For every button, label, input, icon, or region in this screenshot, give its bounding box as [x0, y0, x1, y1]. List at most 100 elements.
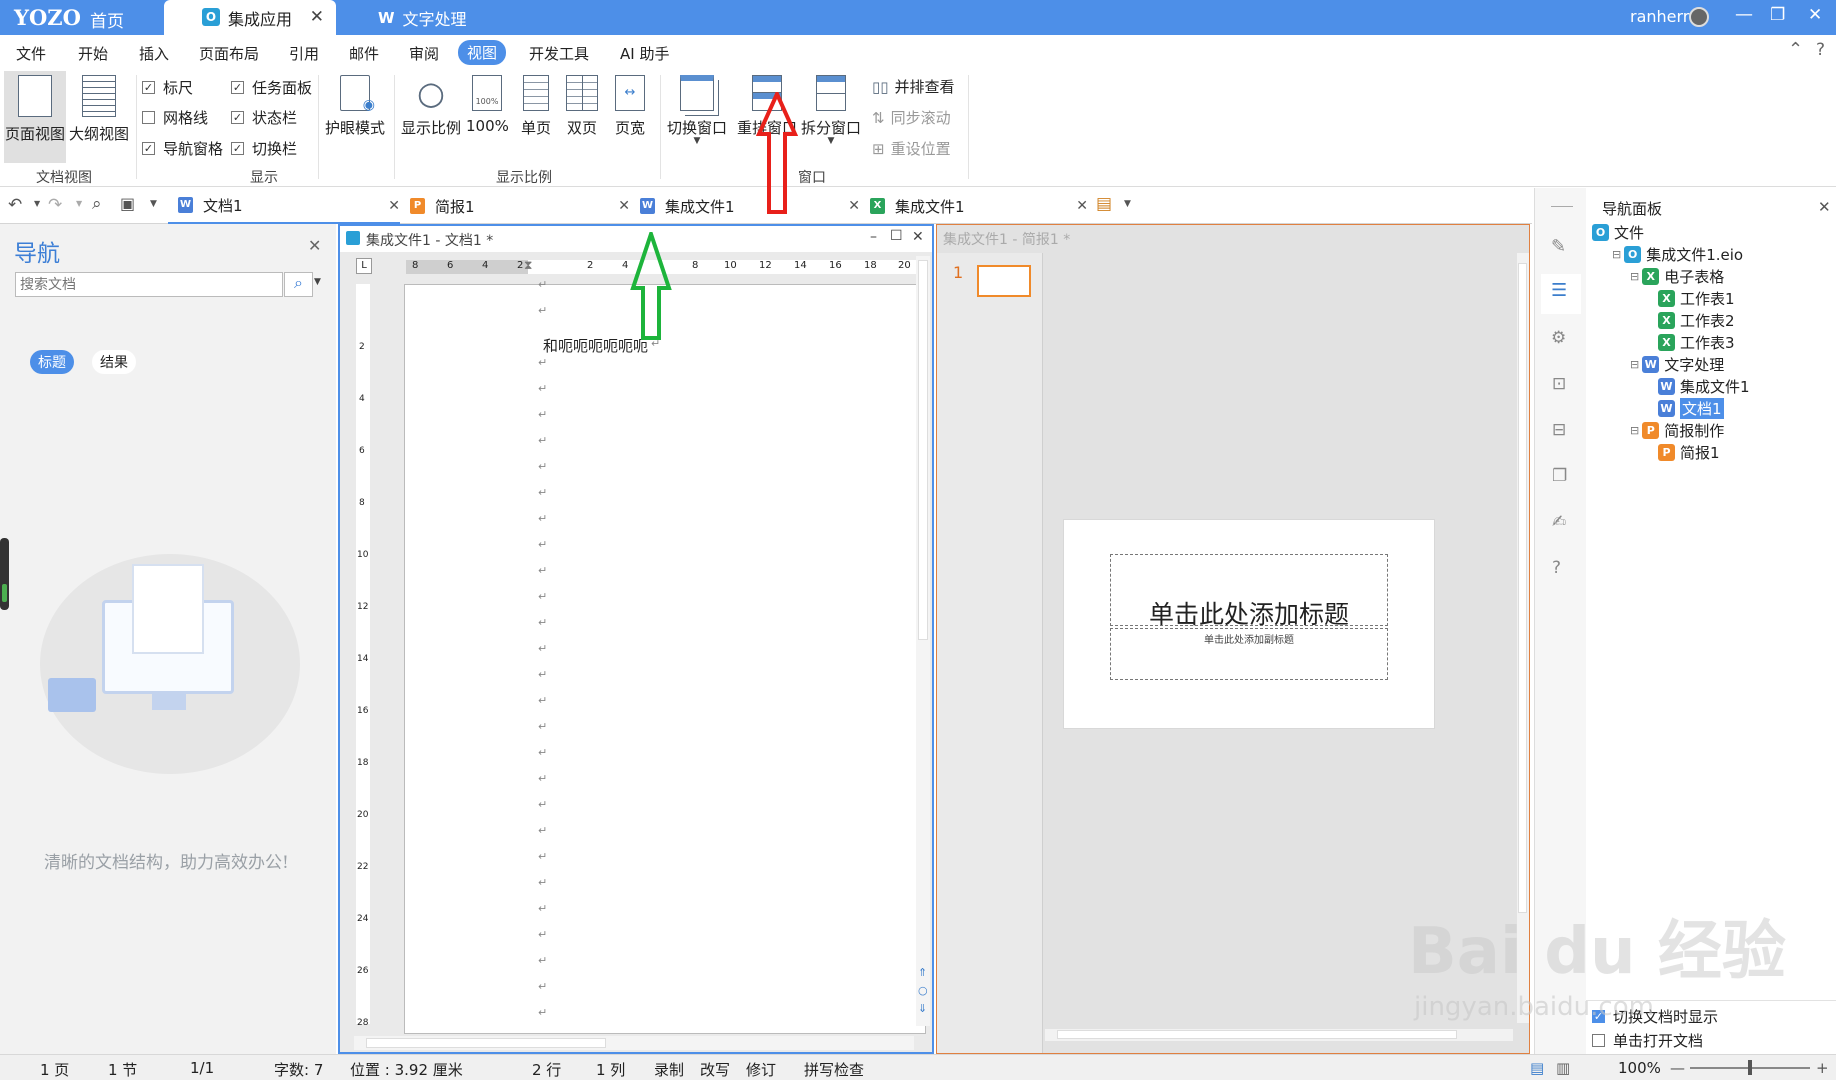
slide-thumbnail[interactable] [977, 265, 1031, 297]
edit-icon[interactable]: ✍ [1552, 512, 1566, 532]
lock-icon[interactable]: ⊡ [1552, 374, 1566, 394]
zoom-slider-thumb[interactable] [1748, 1060, 1752, 1075]
doc-tab-brief1[interactable]: P 简报1 ✕ [404, 188, 630, 224]
minimize-icon[interactable]: – [870, 229, 877, 245]
zoom-in-icon[interactable]: + [1816, 1059, 1829, 1077]
tree-item[interactable]: W 文档1 [1658, 398, 1724, 419]
menu-developer[interactable]: 开发工具 [529, 43, 589, 64]
switch-bar-checkbox[interactable]: ✓ 切换栏 [231, 138, 297, 159]
home-tab[interactable]: 首页 [90, 7, 124, 32]
double-page-button[interactable]: 双页 [562, 75, 602, 138]
menu-review[interactable]: 审阅 [409, 43, 439, 64]
scrollbar-thumb[interactable] [1518, 263, 1527, 913]
scrollbar-thumb[interactable] [366, 1038, 606, 1048]
close-icon[interactable]: ✕ [912, 229, 924, 245]
menu-home[interactable]: 开始 [78, 43, 108, 64]
status-position[interactable]: 位置 : 3.92 厘米 [350, 1059, 463, 1080]
vertical-ruler[interactable]: 2 4 6 8 10 12 14 16 18 20 22 24 26 28 [356, 284, 370, 1028]
restore-icon[interactable]: ❐ [1770, 5, 1785, 25]
split-window-button[interactable]: 拆分窗口 ▼ [800, 75, 862, 146]
tree-item[interactable]: X 工作表2 [1658, 310, 1735, 331]
scrollbar-thumb[interactable] [1057, 1030, 1457, 1039]
minimize-icon[interactable]: — [1735, 4, 1753, 25]
vertical-scrollbar[interactable]: ⇑ ○ ⇓ [916, 256, 930, 1026]
slide-canvas[interactable]: 单击此处添加标题 单击此处添加副标题 [1063, 519, 1435, 729]
redo-icon[interactable]: ↷ [48, 195, 62, 215]
menu-page-layout[interactable]: 页面布局 [199, 43, 259, 64]
new-document-icon[interactable]: ▤ [1096, 194, 1112, 214]
single-click-open-checkbox[interactable]: 单击打开文档 [1592, 1030, 1703, 1051]
prev-page-icon[interactable]: ⇑ [918, 966, 927, 979]
status-record[interactable]: 录制 [654, 1059, 684, 1080]
collapse-toggle-icon[interactable]: ⊟ [1630, 424, 1639, 437]
tree-item[interactable]: ⊟ P 简报制作 [1630, 420, 1724, 441]
dropdown-arrow-icon[interactable]: ▼ [76, 199, 82, 208]
status-word-count[interactable]: 字数: 7 [274, 1059, 323, 1080]
tab-stop-selector[interactable]: L [356, 258, 372, 274]
close-icon[interactable]: ✕ [310, 7, 324, 27]
outline-tool[interactable]: ☰ [1541, 274, 1581, 314]
doc-tab-doc1[interactable]: W 文档1 ✕ [168, 188, 400, 224]
dropdown-arrow-icon[interactable]: ▼ [1124, 199, 1131, 209]
close-icon[interactable]: ✕ [1818, 198, 1831, 216]
avatar[interactable] [1689, 7, 1709, 27]
maximize-icon[interactable]: ☐ [890, 228, 903, 244]
status-col[interactable]: 1 列 [596, 1059, 625, 1080]
close-icon[interactable]: ✕ [308, 236, 321, 255]
indent-marker-icon[interactable]: ⧗ [524, 258, 532, 273]
menu-ai-assistant[interactable]: AI 助手 [620, 43, 669, 64]
gridlines-checkbox[interactable]: 网格线 [142, 107, 208, 128]
zoom-100-button[interactable]: 100% 100% [466, 75, 509, 135]
tree-item[interactable]: X 工作表1 [1658, 288, 1735, 309]
copy-icon[interactable]: ❐ [1552, 466, 1567, 486]
collapse-ribbon-icon[interactable]: ⌃ [1788, 39, 1803, 60]
page-width-button[interactable]: ↔ 页宽 [610, 75, 650, 138]
status-revise[interactable]: 修订 [746, 1059, 776, 1080]
search-icon[interactable]: ⌕ [284, 272, 313, 297]
scrollbar-thumb[interactable] [918, 260, 928, 640]
eye-mode-button[interactable]: ◉ 护眼模式 [322, 75, 388, 138]
doc-tab-integrated-1[interactable]: W 集成文件1 ✕ [636, 188, 860, 224]
next-page-icon[interactable]: ⇓ [918, 1002, 927, 1015]
horizontal-scrollbar[interactable] [1045, 1029, 1513, 1041]
single-page-button[interactable]: 单页 [516, 75, 556, 138]
pen-icon[interactable]: ✎ [1551, 236, 1566, 257]
bookmark-icon[interactable]: ⊟ [1552, 420, 1566, 440]
doc-tab-integrated-2[interactable]: X 集成文件1 ✕ [866, 188, 1088, 224]
menu-references[interactable]: 引用 [289, 43, 319, 64]
page-view-button[interactable]: 页面视图 [4, 71, 66, 163]
menu-mail[interactable]: 邮件 [349, 43, 379, 64]
menu-file[interactable]: 文件 [16, 43, 46, 64]
menu-view[interactable]: 视图 [458, 40, 507, 65]
outline-view-button[interactable]: 大纲视图 [68, 71, 130, 163]
user-name[interactable]: ranherr [1630, 7, 1689, 26]
switch-window-button[interactable]: 切换窗口 ▼ [664, 75, 730, 146]
page-layout-icon[interactable]: ▤ [1530, 1059, 1544, 1077]
status-pages[interactable]: 1/1 [190, 1059, 214, 1077]
zoom-out-icon[interactable]: — [1670, 1059, 1685, 1077]
tab-integrated-app[interactable]: O 集成应用 ✕ [164, 0, 336, 35]
status-page[interactable]: 1 页 [40, 1059, 69, 1080]
tree-item[interactable]: X 工作表3 [1658, 332, 1735, 353]
status-row[interactable]: 2 行 [532, 1059, 561, 1080]
customize-toolbar-icon[interactable]: ▼ [150, 199, 157, 209]
dropdown-arrow-icon[interactable]: ▼ [314, 277, 321, 287]
tab-headings[interactable]: 标题 [30, 350, 74, 374]
dropdown-arrow-icon[interactable]: ▼ [34, 199, 40, 208]
close-icon[interactable]: ✕ [618, 198, 630, 214]
tree-item[interactable]: ⊟ O 集成文件1.eio [1612, 244, 1743, 265]
tree-item[interactable]: P 简报1 [1658, 442, 1720, 463]
menu-insert[interactable]: 插入 [139, 43, 169, 64]
question-icon[interactable]: ? [1552, 558, 1561, 578]
status-zoom[interactable]: 100% [1618, 1059, 1661, 1077]
sliders-icon[interactable]: ⚙ [1551, 328, 1566, 348]
collapse-toggle-icon[interactable]: ⊟ [1630, 358, 1639, 371]
close-icon[interactable]: ✕ [1076, 198, 1088, 214]
collapse-toggle-icon[interactable]: ⊟ [1612, 248, 1621, 261]
tree-item[interactable]: ⊟ X 电子表格 [1630, 266, 1724, 287]
side-by-side-button[interactable]: ▯▯ 并排查看 [872, 76, 955, 97]
print-preview-icon[interactable]: ⌕ [92, 194, 102, 214]
tree-item[interactable]: ⊟ W 文字处理 [1630, 354, 1724, 375]
sync-scroll-button[interactable]: ⇅ 同步滚动 [872, 107, 951, 128]
horizontal-scrollbar[interactable] [354, 1036, 914, 1050]
